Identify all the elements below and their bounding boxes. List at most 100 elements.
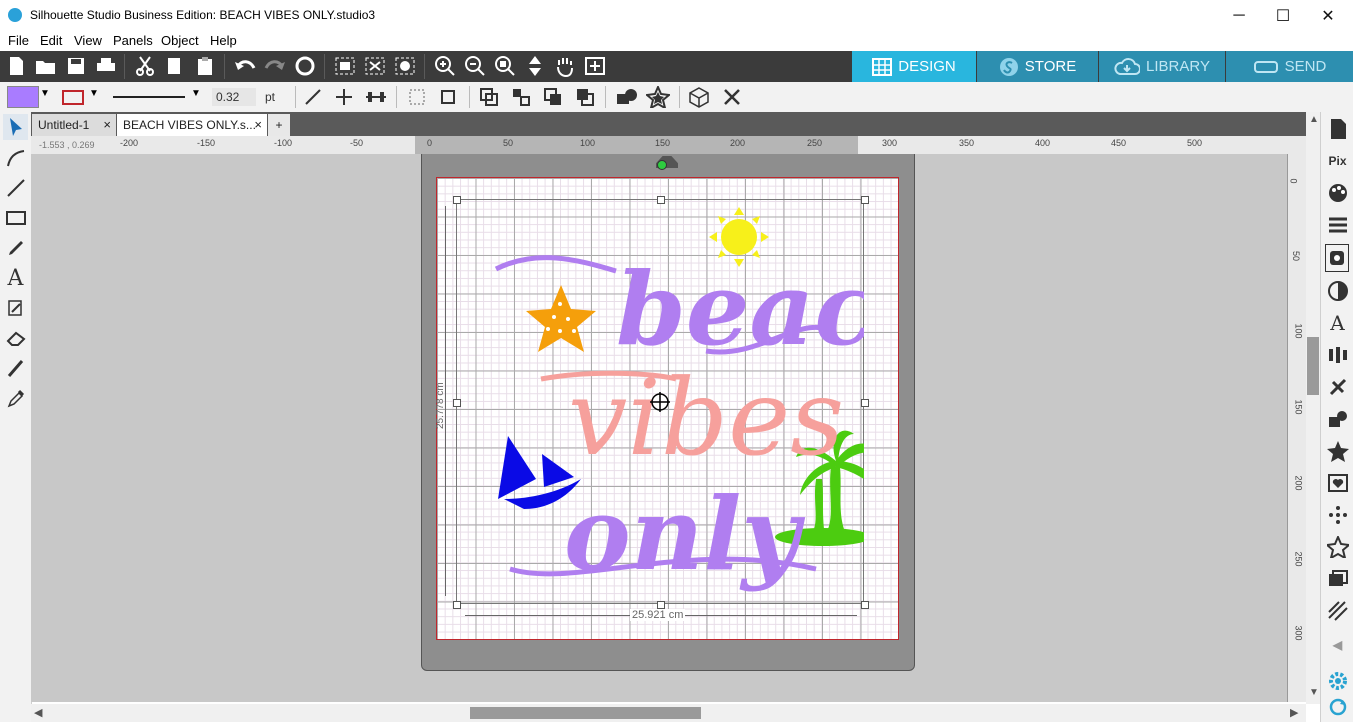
maximize-button[interactable]: ☐ (1260, 0, 1306, 31)
menu-object[interactable]: Object (161, 33, 199, 48)
sketch-icon[interactable] (1325, 598, 1350, 624)
contrast-icon[interactable] (1325, 278, 1350, 304)
rhinestone-icon[interactable] (1325, 502, 1350, 528)
fill-color-swatch[interactable] (7, 86, 39, 108)
page-setup-icon[interactable] (1325, 116, 1350, 142)
horizontal-scrollbar[interactable]: ◀ ▶ (31, 704, 1306, 722)
add-tab-button[interactable]: + (268, 114, 290, 136)
save-icon[interactable] (63, 53, 89, 79)
pixscan-icon[interactable]: Pix (1325, 148, 1350, 174)
3d-box-icon[interactable] (686, 85, 712, 109)
layers-icon[interactable] (1325, 566, 1350, 592)
center-move-icon[interactable] (332, 85, 356, 109)
eraser-paper-tool-icon[interactable] (3, 295, 28, 321)
tab-design[interactable]: DESIGN (852, 51, 976, 82)
pencil-tool-icon[interactable] (3, 235, 28, 261)
line-color-swatch[interactable] (62, 90, 84, 105)
vertical-scroll-thumb[interactable] (1307, 337, 1319, 395)
line-width-input[interactable]: 0.32 (212, 88, 256, 106)
fill-color-dropdown-icon[interactable]: ▼ (40, 88, 50, 99)
offset-panel-icon[interactable] (1325, 438, 1350, 464)
group-icon[interactable] (332, 53, 358, 79)
redraw-icon[interactable] (292, 53, 318, 79)
zoom-out-icon[interactable] (462, 53, 488, 79)
line-tool-icon[interactable] (3, 175, 28, 201)
zoom-to-selection-icon[interactable] (492, 53, 518, 79)
text-style-icon[interactable]: A (1325, 310, 1350, 336)
sync-icon[interactable] (1325, 694, 1350, 720)
line-color-dropdown-icon[interactable]: ▼ (89, 88, 99, 99)
h-ruler-tick-label: 0 (427, 138, 433, 148)
vertical-scrollbar[interactable]: ▲ ▼ (1306, 112, 1320, 704)
doc-tab-beach-vibes[interactable]: BEACH VIBES ONLY.s... × (117, 114, 267, 136)
line-style-dropdown-icon[interactable]: ▼ (191, 88, 201, 99)
paste-icon[interactable] (192, 53, 218, 79)
horizontal-scroll-thumb[interactable] (470, 707, 701, 719)
scroll-left-icon[interactable]: ◀ (34, 706, 42, 719)
move-icon[interactable] (522, 53, 548, 79)
settings-gear-icon[interactable] (1325, 668, 1350, 694)
scroll-down-icon[interactable]: ▼ (1309, 687, 1319, 698)
menu-help[interactable]: Help (210, 33, 237, 48)
star-outline-icon[interactable] (1325, 534, 1350, 560)
heart-image-panel-icon[interactable] (1325, 470, 1350, 496)
zoom-in-icon[interactable] (432, 53, 458, 79)
tab-send[interactable]: SEND (1226, 51, 1353, 82)
menu-panels[interactable]: Panels (113, 33, 153, 48)
weld-icon[interactable] (614, 85, 640, 109)
delete-icon[interactable] (719, 85, 745, 109)
point-edit-tool-icon[interactable] (3, 145, 28, 171)
compound-path-icon[interactable] (392, 53, 418, 79)
ungroup-icon[interactable] (362, 53, 388, 79)
trace-panel-icon[interactable] (1325, 244, 1349, 272)
fit-to-page-icon[interactable] (582, 53, 608, 79)
send-to-back-icon[interactable] (573, 85, 597, 109)
print-icon[interactable] (93, 53, 119, 79)
tab-store[interactable]: STORE (977, 51, 1098, 82)
bring-to-front-icon[interactable] (541, 85, 565, 109)
eyedropper-tool-icon[interactable] (3, 385, 28, 411)
scroll-right-icon[interactable]: ▶ (1290, 706, 1298, 719)
knife-tool-icon[interactable] (3, 355, 28, 381)
close-window-button[interactable]: ✕ (1305, 0, 1351, 31)
cut-icon[interactable] (132, 53, 158, 79)
menu-file[interactable]: File (8, 33, 29, 48)
transform-icon[interactable] (405, 85, 429, 109)
align-panel-icon[interactable] (1325, 342, 1350, 368)
cursor-coordinates: -1.553 , 0.269 (39, 140, 95, 150)
open-folder-icon[interactable] (33, 53, 59, 79)
offset-star-icon[interactable] (645, 85, 671, 109)
scale-icon[interactable] (436, 85, 460, 109)
line-style-selector[interactable] (113, 96, 185, 98)
undo-icon[interactable] (232, 53, 258, 79)
close-tab-icon[interactable]: × (103, 117, 111, 132)
copy-icon[interactable] (162, 53, 188, 79)
rectangle-tool-icon[interactable] (3, 205, 28, 231)
rotate-handle[interactable] (657, 160, 667, 170)
pan-hand-icon[interactable] (552, 53, 578, 79)
fill-palette-icon[interactable] (1325, 180, 1350, 206)
h-ruler-tick-label: 100 (580, 138, 596, 148)
collapse-panel-icon[interactable]: ◀ (1325, 632, 1350, 658)
v-ruler-tick-label: 100 (1293, 323, 1304, 339)
select-tool-icon[interactable] (3, 114, 28, 140)
modify-panel-icon[interactable] (1325, 406, 1350, 432)
eraser-tool-icon[interactable] (3, 325, 28, 351)
scroll-up-icon[interactable]: ▲ (1309, 114, 1319, 125)
design-canvas[interactable]: 25.778 cm 25.921 cm bea vibes only (31, 154, 1287, 702)
draw-line-icon[interactable] (301, 85, 325, 109)
align-icon[interactable] (364, 85, 388, 109)
menu-view[interactable]: View (74, 33, 102, 48)
minimize-button[interactable]: ─ (1216, 0, 1262, 31)
line-style-panel-icon[interactable] (1325, 212, 1350, 238)
close-tab-icon[interactable]: × (254, 117, 262, 132)
doc-tab-untitled[interactable]: Untitled-1 × (32, 114, 116, 136)
replicate-panel-icon[interactable] (1325, 374, 1350, 400)
redo-icon[interactable] (262, 53, 288, 79)
text-tool-icon[interactable]: A (3, 265, 28, 291)
menu-edit[interactable]: Edit (40, 33, 62, 48)
new-file-icon[interactable] (3, 53, 29, 79)
tab-library[interactable]: LIBRARY (1099, 51, 1225, 82)
replicate-icon[interactable] (509, 85, 533, 109)
duplicate-icon[interactable] (477, 85, 501, 109)
